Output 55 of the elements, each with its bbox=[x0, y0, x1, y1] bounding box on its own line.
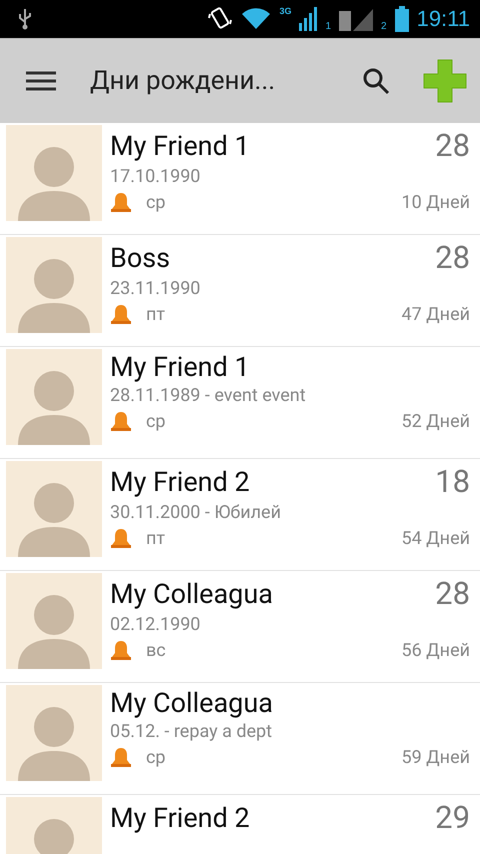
date-text: 17.10.1990 bbox=[110, 166, 202, 187]
contact-name: My Friend 1 bbox=[110, 130, 250, 162]
search-icon[interactable] bbox=[362, 67, 390, 95]
bell-icon bbox=[110, 527, 132, 549]
days-left-text: 47 Дней bbox=[401, 304, 470, 324]
date-text: 02.12.1990 bbox=[110, 614, 202, 635]
contact-name: My Friend 2 bbox=[110, 466, 250, 498]
wifi-icon bbox=[241, 8, 272, 30]
battery-icon bbox=[394, 6, 409, 32]
date-text: 30.11.2000 - Юбилей bbox=[110, 502, 282, 523]
birthday-row[interactable]: My Friend 2 18 30.11.2000 - Юбилей пт 54 Дней bbox=[0, 459, 480, 571]
usb-icon bbox=[18, 8, 32, 30]
weekday-text: вс bbox=[146, 640, 167, 660]
days-left-text: 59 Дней bbox=[401, 746, 470, 768]
clock: 19:11 bbox=[416, 6, 470, 32]
age-text: 28 bbox=[435, 575, 470, 612]
days-left-text: 10 Дней bbox=[401, 192, 470, 212]
signal-icon bbox=[299, 7, 318, 31]
contact-name: My Colleagua bbox=[110, 578, 273, 610]
age-text: 28 bbox=[435, 127, 470, 164]
contact-name: My Friend 1 bbox=[110, 351, 250, 383]
menu-icon[interactable] bbox=[26, 71, 56, 91]
date-text: 23.11.1990 bbox=[110, 278, 202, 299]
birthday-row[interactable]: My Friend 2 29 bbox=[0, 795, 480, 854]
weekday-text: ср bbox=[146, 410, 167, 432]
days-left-text: 52 Дней bbox=[401, 410, 470, 432]
birthday-row[interactable]: My Friend 1 28.11.1989 - event event ср 52 Дней bbox=[0, 347, 480, 459]
contact-name: My Colleagua bbox=[110, 687, 273, 719]
contact-name: My Friend 2 bbox=[110, 802, 250, 834]
date-text: 05.12. - repay a dept bbox=[110, 721, 274, 742]
age-text: 29 bbox=[435, 799, 470, 836]
bell-icon bbox=[110, 410, 132, 432]
sim-label: 2 bbox=[381, 21, 387, 32]
network-type-label: 3G bbox=[279, 6, 292, 16]
weekday-text: ср bbox=[146, 746, 167, 768]
screen-title: Дни рождени... bbox=[90, 66, 276, 96]
birthday-row[interactable]: Boss 28 23.11.1990 пт 47 Дней bbox=[0, 235, 480, 347]
age-text: 28 bbox=[435, 239, 470, 276]
days-left-text: 56 Дней bbox=[401, 640, 470, 660]
birthday-row[interactable]: My Colleagua 05.12. - repay a dept ср 59 Дней bbox=[0, 683, 480, 795]
bell-icon bbox=[110, 746, 132, 768]
weekday-text: пт bbox=[146, 528, 166, 548]
contact-name: Boss bbox=[110, 242, 170, 274]
birthday-row[interactable]: My Colleagua 28 02.12.1990 вс 56 Дней bbox=[0, 571, 480, 683]
birthday-row[interactable]: My Friend 1 28 17.10.1990 ср 10 Дней bbox=[0, 123, 480, 235]
bell-icon bbox=[110, 639, 132, 661]
days-left-text: 54 Дней bbox=[401, 528, 470, 548]
age-text: 18 bbox=[435, 463, 470, 500]
sim-label: 1 bbox=[325, 21, 332, 32]
weekday-text: пт bbox=[146, 304, 166, 324]
bell-icon bbox=[110, 191, 132, 213]
date-text: 28.11.1989 - event event bbox=[110, 385, 307, 406]
weekday-text: ср bbox=[146, 192, 167, 212]
bell-icon bbox=[110, 303, 132, 325]
sim-unknown-icon bbox=[339, 7, 374, 31]
